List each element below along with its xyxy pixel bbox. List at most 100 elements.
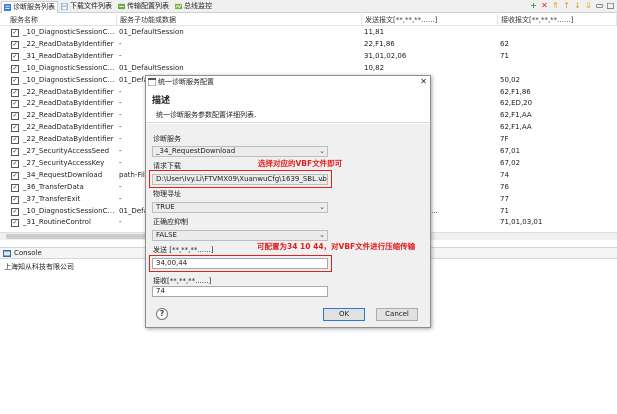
close-icon[interactable]: ✕ (420, 76, 427, 88)
cell-recv (498, 63, 617, 75)
dialog-title-bar: 统一诊断服务配置 ✕ (146, 76, 430, 88)
cell-recv: 62 (500, 39, 509, 48)
table-row[interactable]: ✓ _31_ReadDataByIdentifier - 31,01,02,06 71 (0, 51, 617, 63)
cell-name: _10_DiagnosticSessionCont... (23, 28, 117, 36)
row-checkbox[interactable]: ✓ (11, 88, 19, 97)
console-icon (3, 250, 11, 257)
row-checkbox[interactable]: ✓ (11, 124, 19, 133)
column-header-sub-function[interactable]: 服务子功能或数据 (117, 14, 362, 26)
cell-recv: 71,01,03,01 (500, 218, 543, 227)
row-checkbox[interactable]: ✓ (11, 136, 19, 145)
view-toolbar: + ✕ ⇑ ↑ ↓ ⇓ ▭ □ (529, 1, 615, 12)
row-checkbox[interactable]: ✓ (11, 195, 19, 204)
receive-message-input[interactable]: 74 (152, 286, 328, 297)
console-title[interactable]: Console (14, 248, 42, 259)
column-header-service-name[interactable]: 服务名称 (0, 14, 117, 26)
cell-recv: 77 (500, 194, 509, 203)
tab-download-files[interactable]: 下载文件列表 (59, 1, 115, 13)
console-output: 上海知从科技有限公司 (4, 263, 74, 271)
cell-send: 31,01,02,06 (364, 51, 407, 60)
table-row[interactable]: ✓ _10_DiagnosticSessionCont... 01_DefaultS… (0, 27, 617, 39)
cell-recv: 67,02 (500, 158, 521, 167)
ok-button[interactable]: OK (323, 308, 365, 321)
cancel-button[interactable]: Cancel (376, 308, 418, 321)
row-checkbox[interactable]: ✓ (11, 207, 19, 216)
cell-name: _27_SecurityAccessKey (23, 158, 105, 167)
cell-recv: 7F (500, 135, 509, 144)
row-checkbox[interactable]: ✓ (11, 171, 19, 180)
cell-send: 11,81 (364, 28, 385, 36)
chevron-down-icon: ⌄ (319, 203, 325, 211)
row-checkbox[interactable]: ✓ (11, 159, 19, 168)
cell-name: _22_ReadDataByIdentifier (23, 99, 114, 108)
cell-name: _22_ReadDataByIdentifier (23, 39, 114, 48)
minimize-icon[interactable]: ▭ (595, 1, 604, 11)
cell-name: _31_ReadDataByIdentifier (23, 51, 114, 60)
annotation-send: 可配置为34 10 44，对VBF文件进行压缩传输 (257, 242, 416, 251)
cell-name: _36_TransferData (23, 182, 84, 191)
row-checkbox[interactable]: ✓ (11, 29, 19, 37)
move-bottom-icon[interactable]: ⇓ (584, 1, 593, 11)
dialog-heading: 描述 (152, 96, 171, 106)
chevron-down-icon: ⌄ (319, 147, 325, 155)
maximize-icon[interactable]: □ (606, 1, 615, 11)
service-select[interactable]: _34_RequestDownload ⌄ (152, 146, 328, 157)
table-row[interactable]: ✓ _10_DiagnosticSessionCont... 01_DefaultS… (0, 63, 617, 75)
physical-addressing-value: TRUE (156, 203, 175, 211)
cell-recv: 71 (500, 51, 509, 60)
highlight-vbf-box (149, 170, 332, 188)
column-header-send-message[interactable]: 发送报文[**,**,**......] (362, 14, 498, 26)
cell-sub: - (119, 39, 122, 48)
row-checkbox[interactable]: ✓ (11, 64, 19, 73)
cell-name: _10_DiagnosticSessionCont... (23, 75, 117, 84)
dialog-description: 统一诊断服务参数配置详细列表. (156, 111, 257, 119)
bus-monitor-icon (175, 3, 182, 10)
move-up-icon[interactable]: ↑ (562, 1, 571, 11)
cell-name: _34_RequestDownload (23, 170, 103, 179)
cell-sub: 01_DefaultSession (119, 28, 184, 36)
row-checkbox[interactable]: ✓ (11, 183, 19, 192)
cell-name: _22_ReadDataByIdentifier (23, 111, 114, 120)
file-list-icon (61, 3, 68, 10)
cell-recv: 76 (500, 182, 509, 191)
service-label: 诊断服务 (153, 135, 181, 143)
move-down-icon[interactable]: ↓ (573, 1, 582, 11)
physical-addressing-label: 物理寻址 (153, 190, 181, 198)
window-icon (148, 78, 156, 86)
tab-label: 传输配置列表 (127, 2, 169, 10)
cell-name: _22_ReadDataByIdentifier (23, 123, 114, 132)
tab-label: 总线监控 (184, 2, 212, 10)
dialog-button-bar: ? OK Cancel (146, 302, 430, 327)
cell-send: 22,F1,86 (364, 39, 395, 48)
service-select-value: _34_RequestDownload (156, 147, 236, 155)
row-checkbox[interactable]: ✓ (11, 112, 19, 121)
row-checkbox[interactable]: ✓ (11, 219, 19, 228)
row-checkbox[interactable]: ✓ (11, 40, 19, 49)
tab-label: 下载文件列表 (70, 2, 112, 10)
annotation-vbf: 选择对应的VBF文件即可 (258, 159, 343, 168)
column-header-receive-message[interactable]: 接收报文[**,**,**......] (498, 14, 617, 26)
cell-name: _22_ReadDataByIdentifier (23, 87, 114, 96)
cell-recv: 71 (500, 206, 509, 215)
tab-bus-monitor[interactable]: 总线监控 (173, 1, 219, 13)
cell-name: _27_SecurityAccessSeed (23, 147, 110, 155)
help-icon[interactable]: ? (156, 308, 168, 320)
positive-response-select[interactable]: FALSE ⌄ (152, 230, 328, 241)
row-checkbox[interactable]: ✓ (11, 52, 19, 61)
cell-sub: - (119, 51, 122, 60)
move-top-icon[interactable]: ⇑ (551, 1, 560, 11)
service-table-header: 服务名称 服务子功能或数据 发送报文[**,**,**......] 接收报文[… (0, 14, 617, 26)
add-icon[interactable]: + (529, 1, 538, 11)
receive-message-label: 接收[**,**,**......] (153, 277, 212, 285)
cell-recv: 67,01 (500, 147, 521, 155)
tab-transfer-config[interactable]: 传输配置列表 (116, 1, 172, 13)
row-checkbox[interactable]: ✓ (11, 100, 19, 109)
tab-diagnostic-services[interactable]: 诊断服务列表 (1, 1, 58, 13)
cell-name: _10_DiagnosticSessionCont... (23, 63, 117, 72)
table-row[interactable]: ✓ _22_ReadDataByIdentifier - 22,F1,86 62 (0, 39, 617, 51)
row-checkbox[interactable]: ✓ (11, 76, 19, 85)
cell-name: _31_RoutineControl (23, 218, 91, 227)
delete-icon[interactable]: ✕ (540, 1, 549, 11)
physical-addressing-select[interactable]: TRUE ⌄ (152, 202, 328, 213)
row-checkbox[interactable]: ✓ (11, 148, 19, 156)
